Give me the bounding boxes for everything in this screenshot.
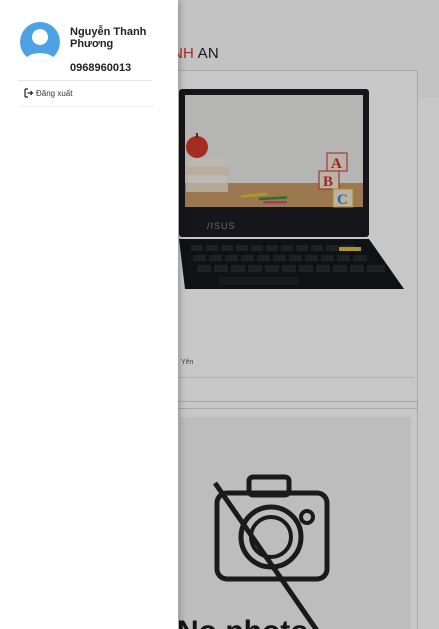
menu-divider [20,106,154,107]
page: NH AN A B C /ISUS Yên Nguyễn Thanh Phươn… [0,0,439,629]
logout-button[interactable]: Đăng xuất [24,88,72,98]
user-profile[interactable]: Nguyễn Thanh Phương 0968960013 [0,0,178,80]
user-phone: 0968960013 [70,62,132,74]
user-avatar-icon [24,29,56,62]
sign-out-icon [24,88,34,98]
avatar[interactable] [20,22,60,62]
logout-label: Đăng xuất [36,88,73,98]
user-name: Nguyễn Thanh Phương [70,26,147,50]
profile-divider [18,80,152,81]
side-drawer: Nguyễn Thanh Phương 0968960013 Đăng xuất [0,0,178,629]
